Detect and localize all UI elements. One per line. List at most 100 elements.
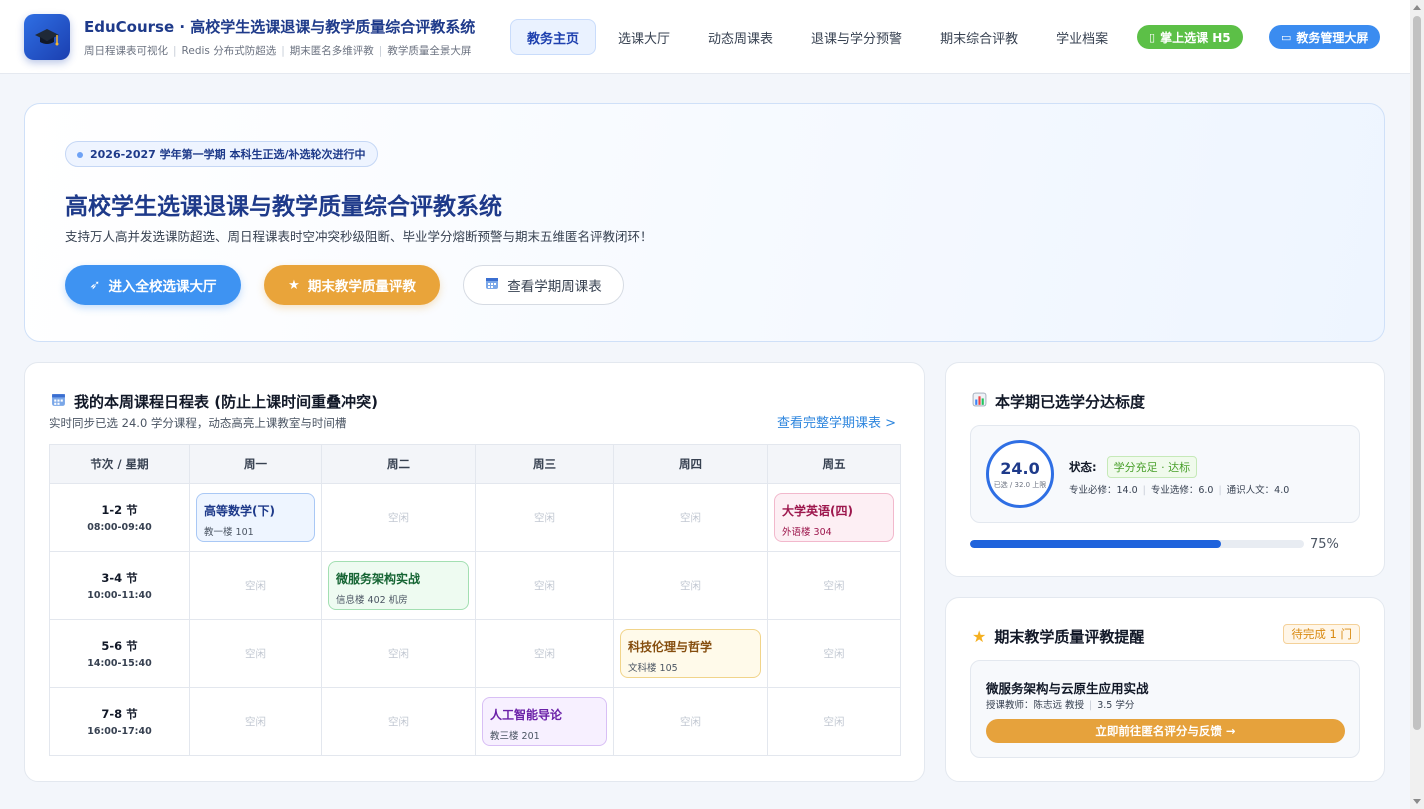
- app-logo[interactable]: [24, 13, 70, 60]
- schedule-subtitle: 实时同步已选 24.0 学分课程，动态高亮上课教室与时间槽: [49, 416, 347, 430]
- nav-item-academic-record[interactable]: 学业档案: [1040, 19, 1124, 55]
- schedule-card-title: 我的本周课程日程表 (防止上课时间重叠冲突): [51, 391, 378, 412]
- slot-time: 14:00-15:40: [87, 658, 152, 669]
- slot-name: 3-4 节: [101, 571, 138, 585]
- status-badge: 学分充足 · 达标: [1106, 456, 1198, 478]
- empty-cell: 空闲: [189, 619, 322, 688]
- time-slot-cell: 5-6 节 14:00-15:40: [49, 619, 190, 688]
- nav-item-drop-warning[interactable]: 退课与学分预警: [795, 19, 918, 55]
- semester-badge: 2026-2027 学年第一学期 本科生正选/补选轮次进行中: [65, 141, 379, 167]
- course-cell: 高等数学(下) 教一楼 101: [189, 483, 322, 552]
- course-room: 教三楼 201: [490, 731, 540, 742]
- schedule-row: 1-2 节 08:00-09:40 高等数学(下) 教一楼 101 空闲 空闲 空闲 大学英语…: [49, 483, 901, 552]
- empty-cell: 空闲: [189, 687, 322, 756]
- go-evaluate-button[interactable]: 立即前往匿名评分与反馈 →: [986, 719, 1345, 743]
- course-block[interactable]: 高等数学(下) 教一楼 101: [196, 493, 315, 542]
- scroll-thumb[interactable]: [1413, 16, 1421, 730]
- breakdown-item: 专业选修：6.0: [1150, 485, 1214, 496]
- time-slot-cell: 7-8 节 16:00-17:40: [49, 687, 190, 756]
- day-header: 周五: [767, 444, 901, 484]
- pending-badge: 待完成 1 门: [1283, 624, 1360, 644]
- course-room: 教一楼 101: [204, 527, 254, 538]
- course-cell: 大学英语(四) 外语楼 304: [767, 483, 901, 552]
- schedule-row: 5-6 节 14:00-15:40 空闲 空闲 空闲 科技伦理与哲学 文科楼 105 空闲: [49, 619, 901, 688]
- brand-title: EduCourse · 高校学生选课退课与教学质量综合评教系统: [84, 17, 476, 36]
- course-block[interactable]: 科技伦理与哲学 文科楼 105: [620, 629, 761, 678]
- scroll-up-arrow-icon[interactable]: [1413, 5, 1421, 10]
- brand-features: 周日程课表可视化 | Redis 分布式防超选 | 期末匿名多维评教 | 教学质量全景大屏: [84, 44, 472, 57]
- teacher-name: 授课教师：陈志远 教授: [986, 700, 1085, 711]
- graduation-cap-icon: [35, 28, 59, 45]
- monitor-icon: ▭: [1281, 30, 1292, 44]
- admin-dashboard-label: 教务管理大屏: [1296, 30, 1369, 45]
- rocket-icon: ➶: [89, 277, 101, 293]
- feature-text: 期末匿名多维评教: [289, 44, 374, 57]
- calendar-icon: [485, 276, 499, 294]
- scroll-down-arrow-icon[interactable]: [1413, 799, 1421, 804]
- mobile-h5-label: 掌上选课 H5: [1160, 30, 1231, 45]
- nav-item-weekly-schedule[interactable]: 动态周课表: [692, 19, 789, 55]
- credit-progress-bar: [970, 540, 1304, 548]
- course-block[interactable]: 微服务架构实战 信息楼 402 机房: [328, 561, 469, 610]
- credit-status-row: 状态: 学分充足 · 达标: [1069, 456, 1198, 478]
- course-name: 大学英语(四): [782, 504, 853, 518]
- day-header: 周三: [475, 444, 614, 484]
- empty-cell: 空闲: [767, 619, 901, 688]
- empty-cell: 空闲: [613, 483, 768, 552]
- credit-progress-text: 75%: [1310, 537, 1339, 552]
- view-schedule-label: 查看学期周课表: [507, 279, 602, 295]
- empty-cell: 空闲: [321, 619, 476, 688]
- full-schedule-link[interactable]: 查看完整学期课表 >: [777, 412, 896, 431]
- empty-cell: 空闲: [475, 483, 614, 552]
- feature-text: 教学质量全景大屏: [387, 44, 472, 57]
- slot-time: 10:00-11:40: [87, 590, 152, 601]
- nav-item-home[interactable]: 教务主页: [510, 19, 597, 55]
- status-label: 状态:: [1069, 460, 1097, 474]
- course-name: 高等数学(下): [204, 504, 275, 518]
- evaluation-title-text: 期末教学质量评教提醒: [994, 628, 1145, 646]
- empty-cell: 空闲: [189, 551, 322, 620]
- day-header: 周一: [189, 444, 322, 484]
- slot-name: 5-6 节: [101, 639, 138, 653]
- course-room: 文科楼 105: [628, 663, 678, 674]
- mobile-h5-button[interactable]: ▯ 掌上选课 H5: [1137, 25, 1243, 49]
- view-schedule-button[interactable]: 查看学期周课表: [463, 265, 624, 305]
- credit-breakdown: 专业必修：14.0 | 专业选修：6.0 | 通识人文：4.0: [1069, 485, 1290, 496]
- nav-item-evaluation[interactable]: 期末综合评教: [924, 19, 1034, 55]
- credit-value: 24.0: [1000, 459, 1040, 478]
- corner-header: 节次 / 星期: [49, 444, 190, 484]
- empty-cell: 空闲: [767, 687, 901, 756]
- credit-limit: 已选 / 32.0 上限: [993, 481, 1047, 489]
- empty-cell: 空闲: [767, 551, 901, 620]
- credit-progress-card: 本学期已选学分达标度 24.0 已选 / 32.0 上限 状态: 学分充足 · …: [945, 362, 1385, 577]
- evaluation-course-meta: 授课教师：陈志远 教授 | 3.5 学分: [986, 700, 1135, 711]
- course-name: 微服务架构实战: [336, 572, 421, 586]
- slot-time: 16:00-17:40: [87, 726, 152, 737]
- nav-item-course-hall[interactable]: 选课大厅: [602, 19, 686, 55]
- teaching-evaluation-button[interactable]: ★ 期末教学质量评教: [264, 265, 440, 305]
- course-room: 信息楼 402 机房: [336, 595, 408, 606]
- enter-course-hall-button[interactable]: ➶ 进入全校选课大厅: [65, 265, 241, 305]
- top-navbar: EduCourse · 高校学生选课退课与教学质量综合评教系统 周日程课表可视化…: [0, 0, 1410, 74]
- credit-summary-box: 24.0 已选 / 32.0 上限 状态: 学分充足 · 达标 专业必修：14.…: [970, 425, 1360, 523]
- empty-cell: 空闲: [475, 619, 614, 688]
- evaluation-card-title: ★ 期末教学质量评教提醒: [972, 626, 1144, 647]
- weekly-schedule-card: 我的本周课程日程表 (防止上课时间重叠冲突) 实时同步已选 24.0 学分课程，…: [24, 362, 925, 782]
- breakdown-item: 专业必修：14.0: [1069, 485, 1138, 496]
- course-cell: 微服务架构实战 信息楼 402 机房: [321, 551, 476, 620]
- page-scrollbar[interactable]: [1410, 0, 1424, 809]
- credit-progress-fill: [970, 540, 1221, 548]
- admin-dashboard-button[interactable]: ▭ 教务管理大屏: [1269, 25, 1381, 49]
- bar-chart-icon: [972, 392, 987, 411]
- empty-cell: 空闲: [613, 551, 768, 620]
- feature-text: 周日程课表可视化: [84, 44, 168, 57]
- hero-description: 支持万人高并发选课防超选、周日程课表时空冲突秒级阻断、毕业学分熔断预警与期末五维…: [65, 229, 653, 244]
- course-block[interactable]: 人工智能导论 教三楼 201: [482, 697, 607, 746]
- credit-ring: 24.0 已选 / 32.0 上限: [986, 440, 1054, 508]
- teaching-evaluation-label: 期末教学质量评教: [307, 279, 416, 295]
- course-block[interactable]: 大学英语(四) 外语楼 304: [774, 493, 894, 542]
- credit-card-title: 本学期已选学分达标度: [972, 391, 1145, 412]
- course-room: 外语楼 304: [782, 527, 832, 538]
- feature-text: Redis 分布式防超选: [181, 44, 277, 57]
- star-icon: ★: [288, 277, 300, 293]
